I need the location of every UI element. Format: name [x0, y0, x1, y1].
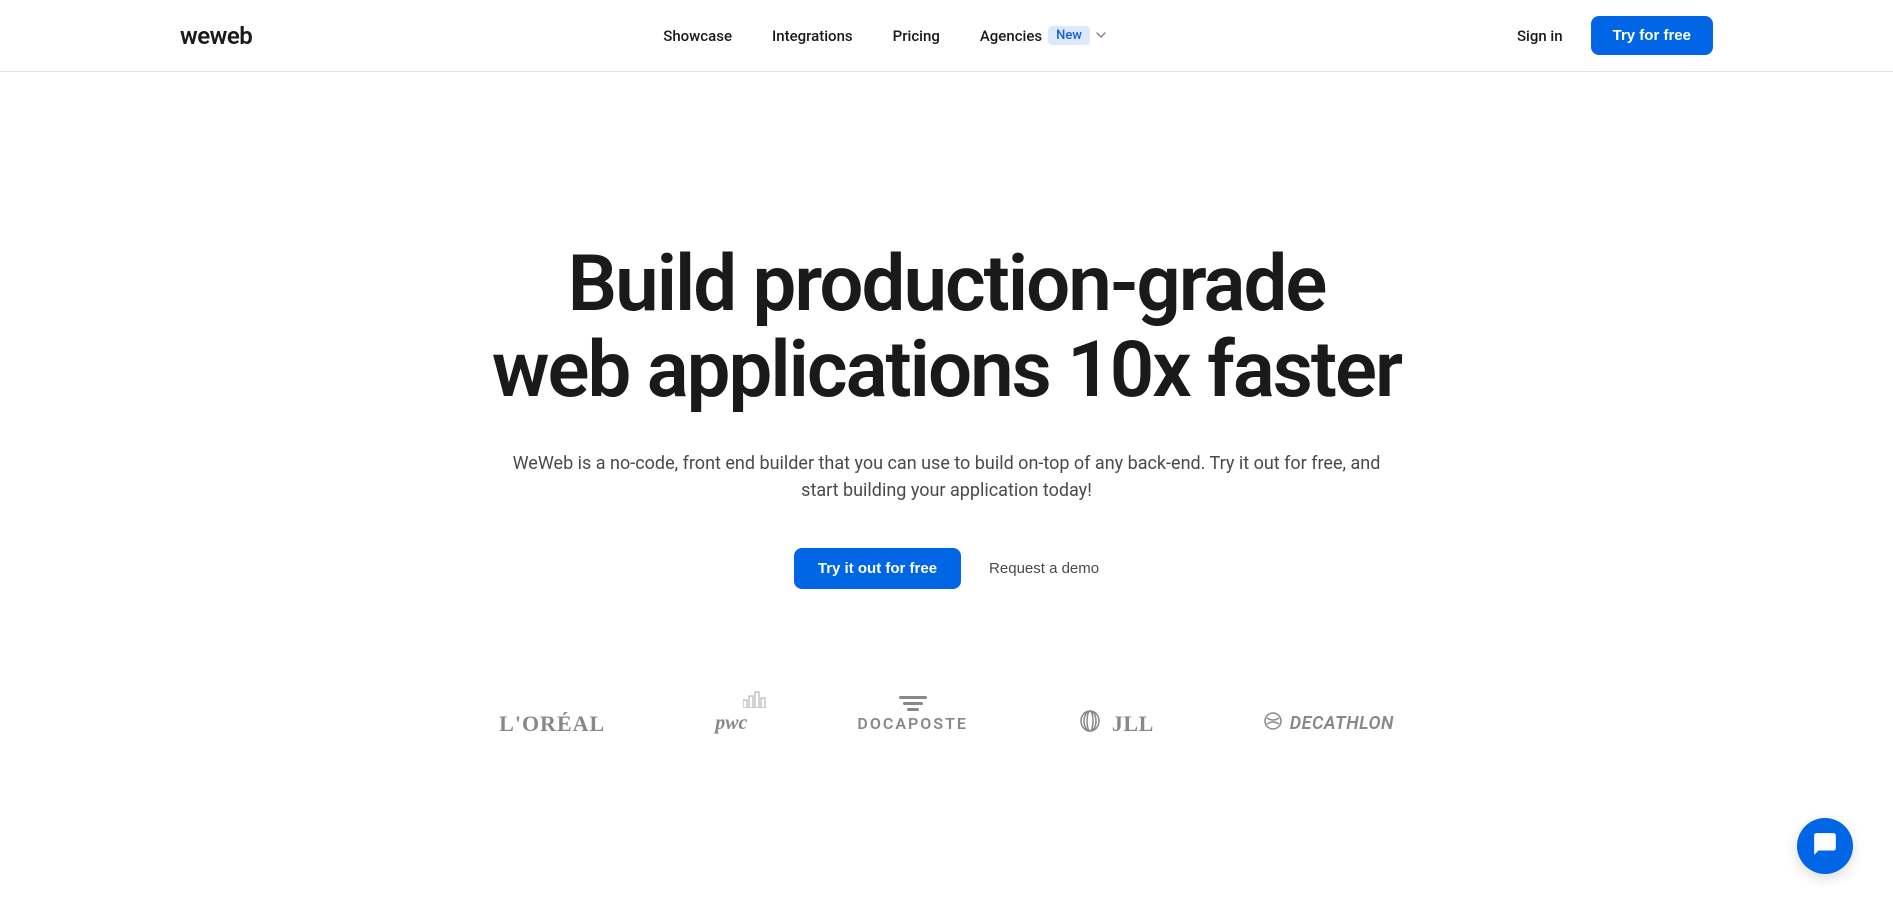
hero-subtitle: WeWeb is a no-code, front end builder th…: [497, 450, 1397, 504]
jll-text: JLL: [1112, 711, 1154, 737]
docaposte-lines-icon: [899, 696, 927, 711]
hero-title: Build production-grade web applications …: [417, 242, 1477, 414]
chat-icon: [1812, 831, 1838, 861]
hero-actions: Try it out for free Request a demo: [417, 548, 1477, 589]
hero-section: Build production-grade web applications …: [397, 72, 1497, 649]
try-free-button[interactable]: Try for free: [1591, 16, 1713, 55]
jll-globe-icon: [1078, 709, 1102, 739]
nav-integrations[interactable]: Integrations: [772, 27, 853, 45]
pwc-building-icon: [743, 690, 767, 713]
header-actions: Sign in Try for free: [1517, 16, 1713, 55]
site-header: weweb Showcase Integrations Pricing Agen…: [0, 0, 1893, 72]
new-badge: New: [1048, 26, 1090, 45]
pwc-logo: pwc: [715, 712, 747, 735]
nav-agencies[interactable]: Agencies New: [980, 26, 1106, 45]
sign-in-link[interactable]: Sign in: [1517, 27, 1563, 45]
nav-showcase[interactable]: Showcase: [663, 27, 732, 45]
jll-logo: JLL: [1078, 709, 1154, 739]
nav-pricing[interactable]: Pricing: [893, 27, 940, 45]
nav-agencies-label: Agencies: [980, 27, 1042, 45]
docaposte-text: DOCAPOSTE: [857, 714, 968, 733]
loreal-logo: L'ORÉAL: [499, 711, 605, 737]
try-it-out-button[interactable]: Try it out for free: [794, 548, 961, 589]
hero-title-line1: Build production-grade: [568, 239, 1326, 330]
docaposte-logo: DOCAPOSTE: [857, 714, 968, 733]
decathlon-ball-icon: [1264, 712, 1282, 735]
chevron-down-icon: [1096, 30, 1106, 41]
customer-logos: L'ORÉAL pwc DOCAPOSTE JLL: [347, 649, 1547, 779]
decathlon-logo: DECATHLON: [1264, 712, 1394, 735]
logo[interactable]: weweb: [180, 22, 252, 50]
main-nav: Showcase Integrations Pricing Agencies N…: [663, 26, 1106, 45]
request-demo-button[interactable]: Request a demo: [989, 560, 1099, 577]
decathlon-text: DECATHLON: [1290, 713, 1394, 734]
hero-title-line2: web applications 10x faster: [492, 325, 1401, 416]
pwc-text: pwc: [715, 712, 747, 735]
chat-bubble-button[interactable]: [1797, 818, 1853, 874]
